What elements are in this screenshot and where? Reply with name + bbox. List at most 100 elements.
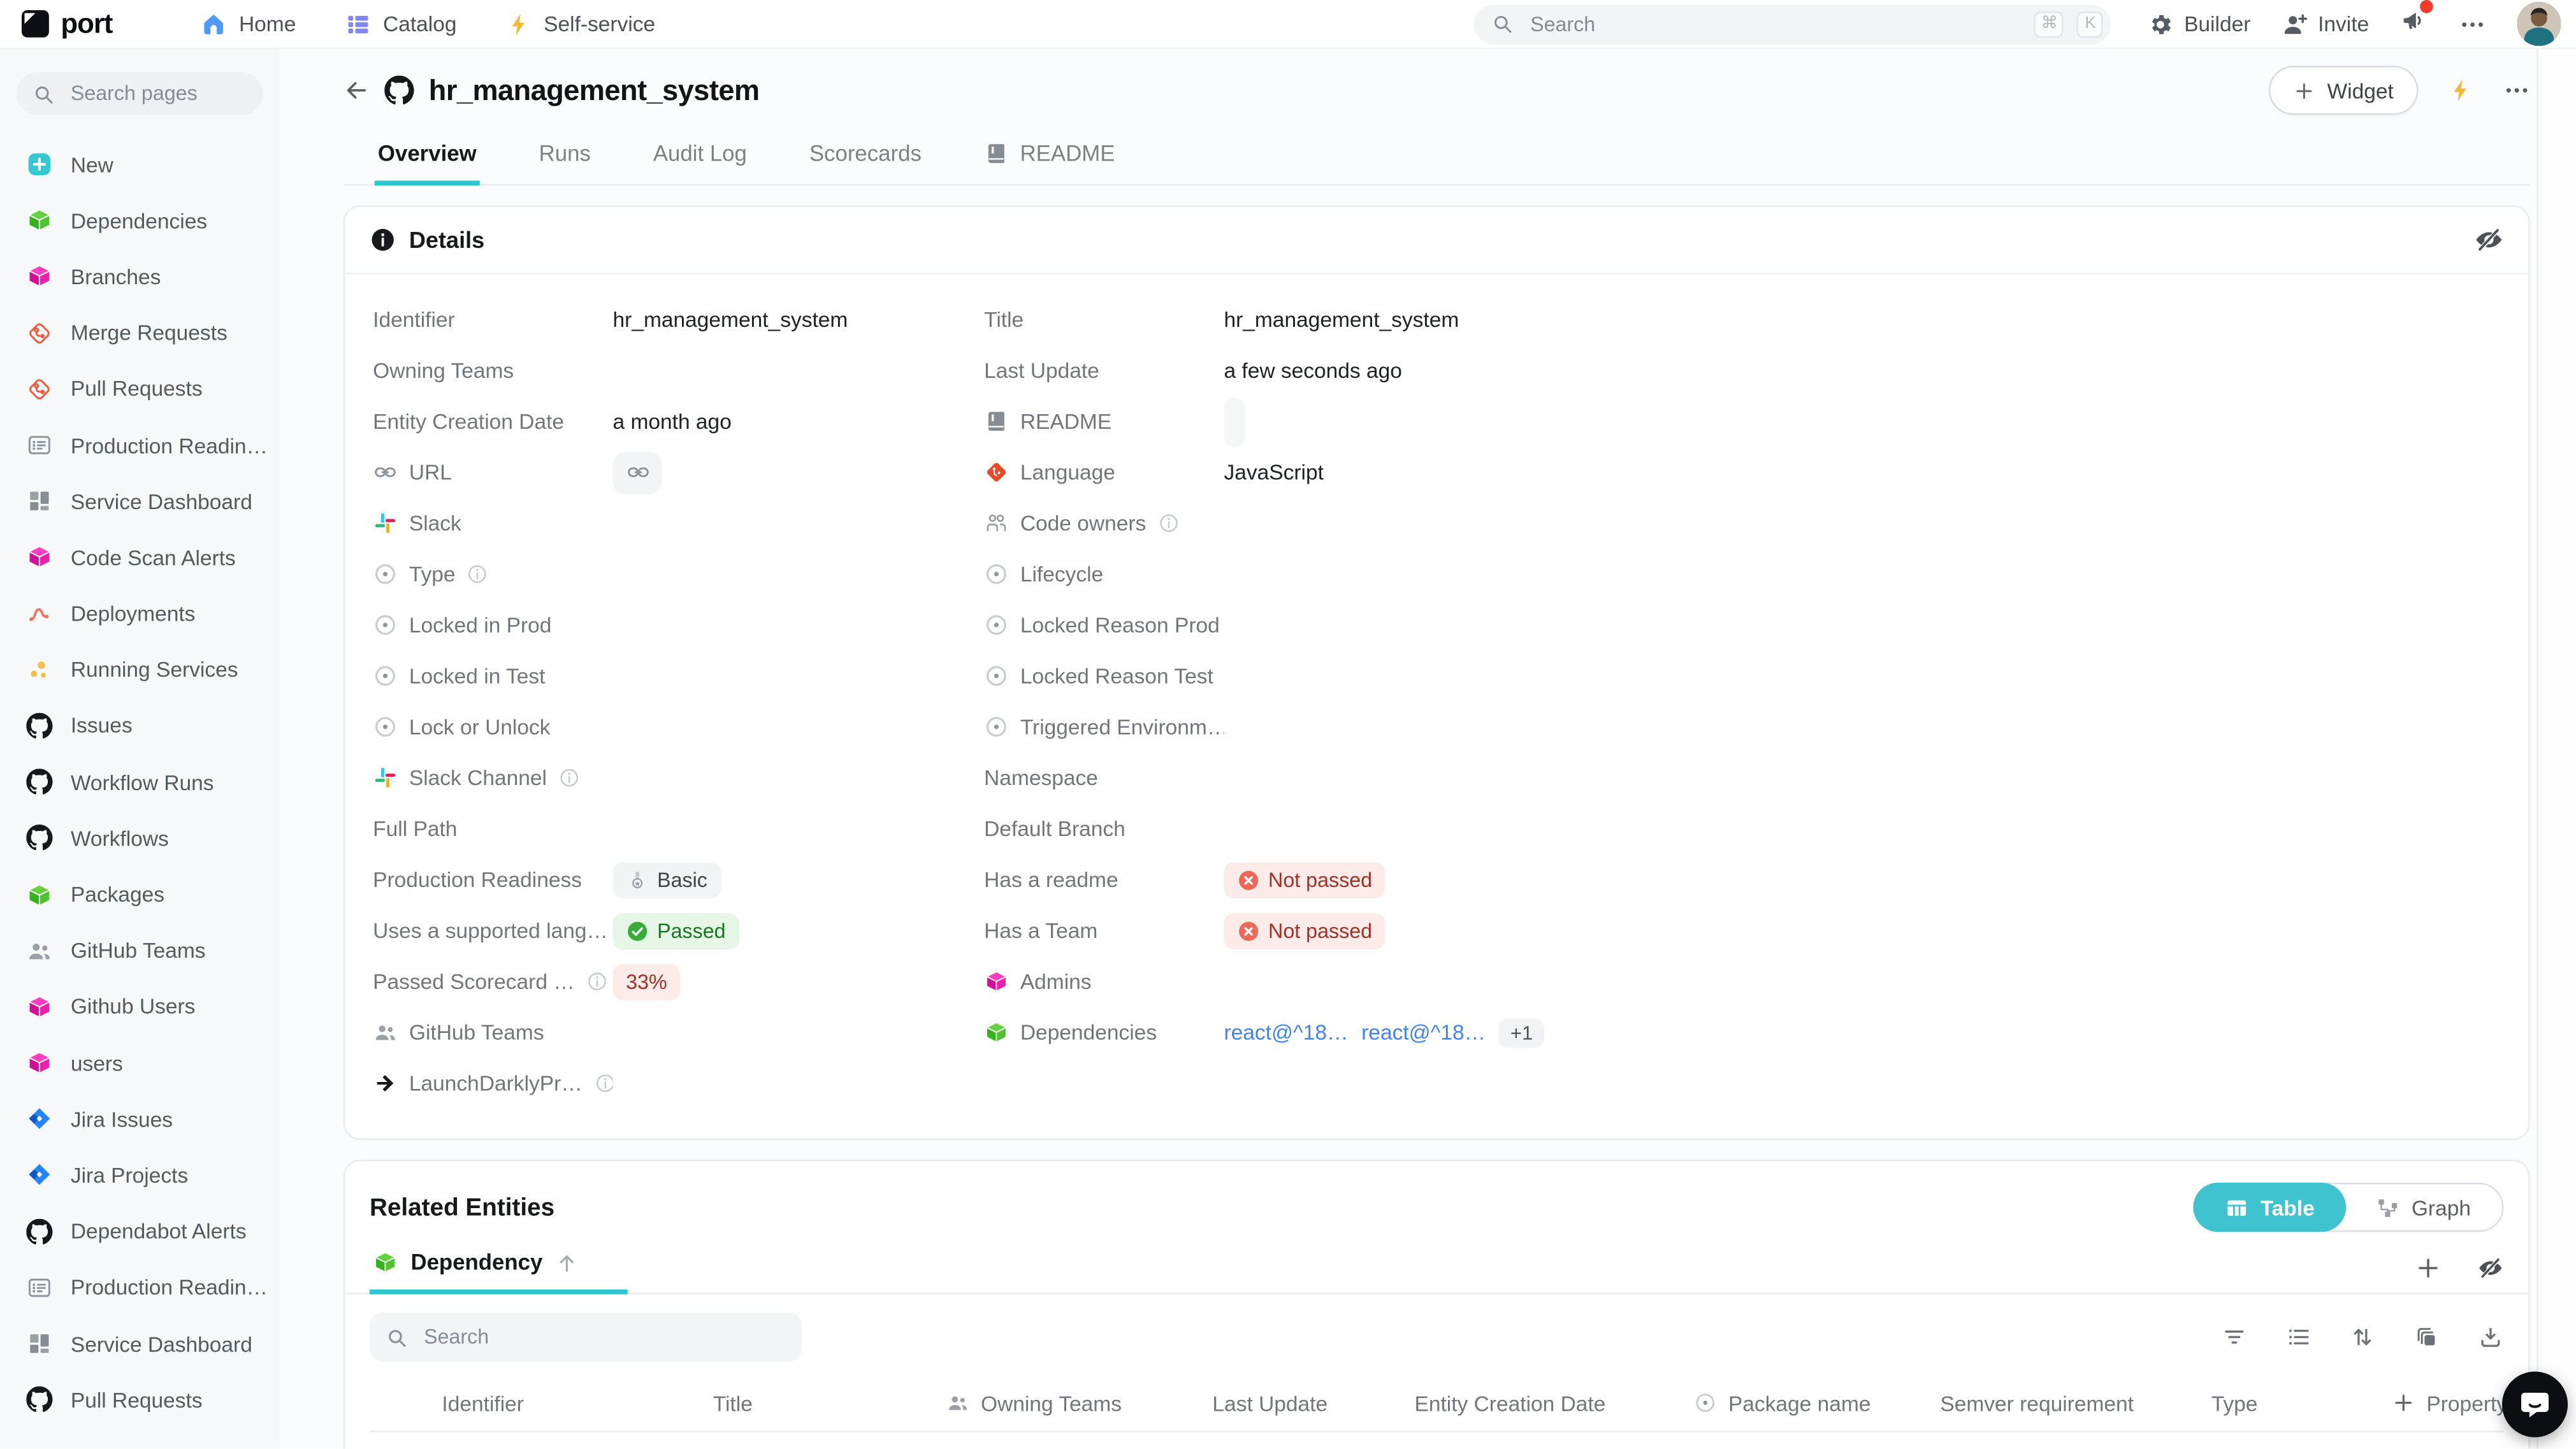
sidebar-item-new[interactable]: New <box>8 136 271 192</box>
copy-icon[interactable] <box>2413 1324 2440 1350</box>
scrollbar-gutter[interactable] <box>2536 49 2576 1448</box>
url-link-chip[interactable] <box>613 451 662 494</box>
radio-icon <box>1694 1391 1717 1414</box>
detail-row-type: Type <box>373 549 984 600</box>
person-plus-icon <box>2282 11 2308 37</box>
nav-item-self-service[interactable]: Self-service <box>506 11 655 37</box>
tab-runs[interactable]: Runs <box>535 131 594 185</box>
column-header-package-name[interactable]: Package name <box>1694 1390 1941 1415</box>
git-diamond-icon <box>26 320 52 346</box>
column-header-type[interactable]: Type <box>2211 1390 2392 1415</box>
column-header-title[interactable]: Title <box>713 1390 946 1415</box>
related-search[interactable] <box>370 1313 802 1362</box>
related-title: Related Entities <box>370 1193 554 1222</box>
back-arrow-icon[interactable] <box>344 77 370 103</box>
global-search[interactable]: ⌘ K <box>1474 4 2111 43</box>
add-relation-icon[interactable] <box>2415 1254 2441 1280</box>
medal-icon <box>626 868 649 891</box>
sidebar-item-pull-requests[interactable]: Pull Requests <box>8 361 271 417</box>
sidebar-item-running-services[interactable]: Running Services <box>8 642 271 698</box>
sidebar-item-branches[interactable]: Branches <box>8 249 271 305</box>
sidebar-item-pull-requests[interactable]: Pull Requests <box>8 1372 271 1428</box>
download-icon[interactable] <box>2477 1324 2503 1350</box>
column-header-property[interactable]: Property <box>2392 1390 2503 1415</box>
sidebar-item-packages[interactable]: Packages <box>8 867 271 923</box>
cube-pink-icon <box>26 264 52 290</box>
sort-icon[interactable] <box>2349 1324 2375 1350</box>
sidebar-search[interactable] <box>17 72 263 115</box>
builder-button[interactable]: Builder <box>2148 11 2250 37</box>
detail-row-lock-or-unlock: Lock or Unlock <box>373 702 984 753</box>
detail-row-locked-reason-test: Locked Reason Test <box>984 651 2500 702</box>
github-entity-icon <box>384 76 414 105</box>
info-icon <box>1157 512 1179 534</box>
announcements-button[interactable] <box>2400 6 2428 42</box>
tab-readme[interactable]: README <box>981 131 1118 185</box>
filter-icon[interactable] <box>2221 1324 2247 1350</box>
sidebar-item-issues[interactable]: Issues <box>8 698 271 754</box>
sidebar-item-label: Production Readin… <box>71 1275 268 1300</box>
column-header-entity-creation-date[interactable]: Entity Creation Date <box>1414 1390 1693 1415</box>
sidebar-item-github-teams[interactable]: GitHub Teams <box>8 923 271 979</box>
related-search-input[interactable] <box>421 1324 785 1350</box>
sidebar-item-service-dashboard[interactable]: Service Dashboard <box>8 473 271 530</box>
sidebar-item-jira-issues[interactable]: Jira Issues <box>8 1091 271 1147</box>
sidebar-item-jira-projects[interactable]: Jira Projects <box>8 1147 271 1203</box>
sidebar-item-dependabot-alerts[interactable]: Dependabot Alerts <box>8 1203 271 1259</box>
add-widget-button[interactable]: Widget <box>2268 66 2419 115</box>
sidebar-item-production-readin[interactable]: Production Readin… <box>8 1260 271 1316</box>
content-area: hr_management_system Widget OverviewRuns… <box>344 49 2530 1448</box>
chat-launcher[interactable] <box>2502 1371 2568 1437</box>
sidebar-item-workflows[interactable]: Workflows <box>8 810 271 866</box>
sidebar-item-dependencies[interactable]: Dependencies <box>8 192 271 249</box>
dependency-link[interactable]: react@^18… <box>1361 1020 1486 1045</box>
group-by-icon[interactable] <box>2285 1324 2312 1350</box>
tab-overview[interactable]: Overview <box>375 131 480 185</box>
sidebar-search-input[interactable] <box>68 80 247 106</box>
sidebar-item-label: Issues <box>71 714 133 739</box>
actions-lightning-icon[interactable] <box>2448 77 2474 103</box>
detail-label: Uses a supported lang… <box>373 918 608 943</box>
graph-view-button[interactable]: Graph <box>2344 1185 2502 1230</box>
more-count-chip[interactable]: +1 <box>1499 1018 1544 1047</box>
avatar-photo-icon <box>2517 2 2561 47</box>
sidebar-item-code-scan-alerts[interactable]: Code Scan Alerts <box>8 530 271 586</box>
avatar[interactable] <box>2517 2 2561 47</box>
tab-dependency[interactable]: Dependency <box>370 1250 628 1295</box>
sidebar-item-production-readin[interactable]: Production Readin… <box>8 417 271 473</box>
sidebar-item-workflow-runs[interactable]: Workflow Runs <box>8 754 271 810</box>
detail-label: Identifier <box>373 307 455 332</box>
dependency-link[interactable]: react@^18… <box>1224 1020 1348 1045</box>
sidebar-item-deployments[interactable]: Deployments <box>8 586 271 642</box>
invite-button[interactable]: Invite <box>2282 11 2369 37</box>
eye-off-icon[interactable] <box>2474 225 2503 254</box>
entity-tabs: Overview Runs Audit Log Scorecards README <box>344 131 2530 185</box>
tab-scorecards[interactable]: Scorecards <box>806 131 925 185</box>
table-row[interactable]: mongodb_caret_…mongodb@…an hour ago2 hou… <box>370 1432 2504 1449</box>
more-menu-icon[interactable] <box>2459 11 2486 37</box>
table-header-row: IdentifierTitleOwning TeamsLast UpdateEn… <box>370 1375 2504 1431</box>
port-logo[interactable]: port <box>18 6 112 41</box>
eye-off-icon[interactable] <box>2477 1254 2503 1280</box>
detail-label: Slack <box>409 511 461 536</box>
sidebar-item-github-users[interactable]: Github Users <box>8 979 271 1035</box>
column-header-semver-requirement[interactable]: Semver requirement <box>1940 1390 2211 1415</box>
nav-item-home[interactable]: Home <box>201 11 296 37</box>
detail-label: Default Branch <box>984 816 1125 841</box>
table-view-button[interactable]: Table <box>2193 1183 2346 1232</box>
related-toolbar <box>345 1294 2528 1374</box>
related-tabs-row: Dependency <box>345 1236 2528 1295</box>
top-nav-items: Home Catalog Self-service <box>201 11 656 37</box>
home-icon <box>201 11 228 37</box>
sidebar-item-users[interactable]: users <box>8 1035 271 1091</box>
people-icon <box>373 1020 398 1045</box>
column-header-identifier[interactable]: Identifier <box>442 1390 713 1415</box>
sidebar-item-service-dashboard[interactable]: Service Dashboard <box>8 1316 271 1372</box>
global-search-input[interactable] <box>1527 11 2022 37</box>
column-header-owning-teams[interactable]: Owning Teams <box>946 1390 1213 1415</box>
nav-item-catalog[interactable]: Catalog <box>345 11 457 37</box>
column-header-last-update[interactable]: Last Update <box>1212 1390 1414 1415</box>
sidebar-item-merge-requests[interactable]: Merge Requests <box>8 305 271 361</box>
page-more-icon[interactable] <box>2504 77 2530 103</box>
tab-audit-log[interactable]: Audit Log <box>650 131 750 185</box>
